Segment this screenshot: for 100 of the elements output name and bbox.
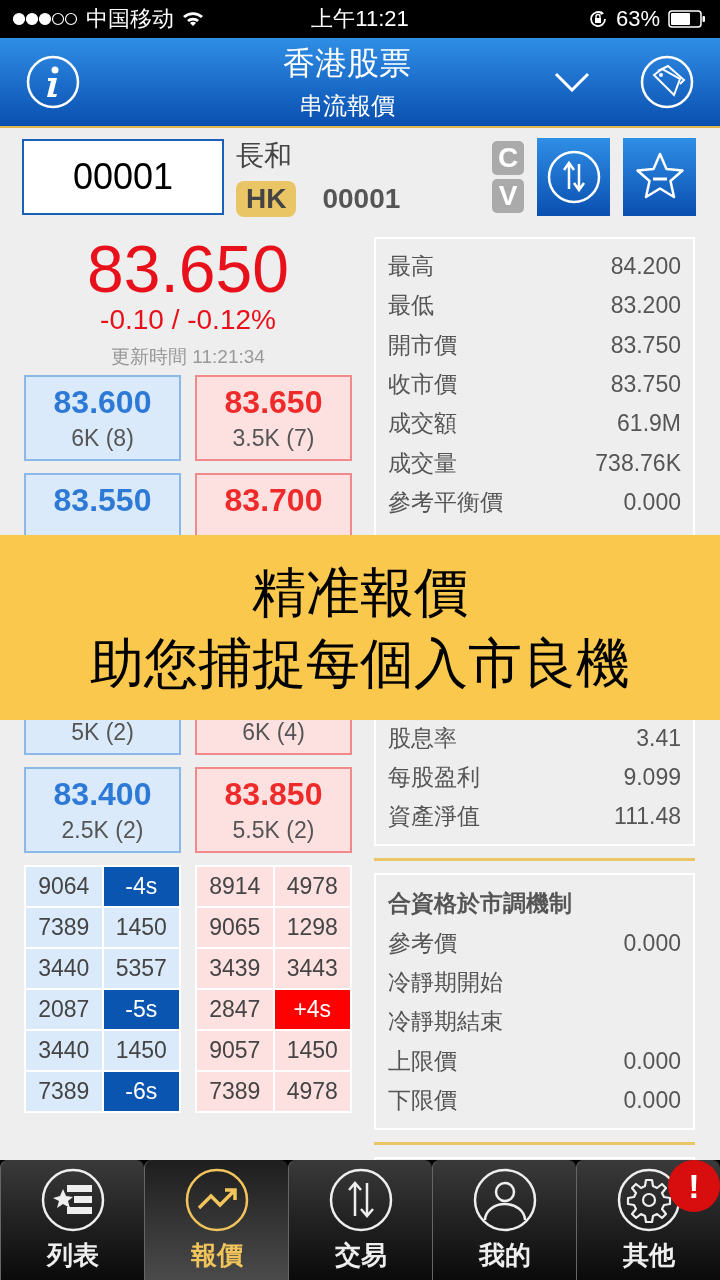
stat-label: 股息率 xyxy=(388,723,457,753)
tick-cell: +4s xyxy=(274,990,350,1029)
vcm-title: 合資格於市調機制 xyxy=(388,888,573,918)
stat-value: 9.099 xyxy=(623,764,681,791)
stock-code-input[interactable]: 00001 xyxy=(22,138,224,215)
tick-cell: 3443 xyxy=(274,949,350,988)
vcm-value: 0.000 xyxy=(623,1047,681,1075)
letter-badge: V xyxy=(492,178,524,213)
stat-value: 111.48 xyxy=(614,803,681,831)
nav-tab[interactable]: 交易 xyxy=(288,1160,432,1280)
stock-name: 長和 xyxy=(236,138,293,173)
stat-value: 83.200 xyxy=(610,292,681,320)
vcm-label: 冷靜期結束 xyxy=(388,1007,503,1037)
vcm-label: 下限價 xyxy=(388,1085,457,1115)
ask-price: 83.700 xyxy=(224,482,323,519)
signal-icon xyxy=(12,12,78,26)
wifi-icon xyxy=(182,11,204,27)
tags-button[interactable] xyxy=(640,55,694,109)
tick-cell: 9065 xyxy=(197,908,273,947)
bid-price: 83.600 xyxy=(53,384,152,421)
chevron-down-icon[interactable] xyxy=(554,72,590,92)
stat-value: 0.000 xyxy=(623,488,681,516)
bid-price: 83.400 xyxy=(53,776,152,813)
ask-price: 83.650 xyxy=(224,384,323,421)
tick-cell: 3439 xyxy=(197,949,273,988)
battery-percent: 63% xyxy=(615,6,660,32)
stat-value: 83.750 xyxy=(610,371,681,399)
bid-volume: 2.5K (2) xyxy=(61,817,144,844)
letter-badge: C xyxy=(492,140,524,175)
info-button[interactable] xyxy=(26,55,80,109)
status-time: 上午11:21 xyxy=(311,5,409,33)
vcm-value: 0.000 xyxy=(623,929,681,957)
banner-text: 助您捕捉每個入市良機 xyxy=(90,631,630,695)
nav-tab[interactable]: ! 其他 xyxy=(576,1160,720,1280)
person-icon xyxy=(472,1167,537,1232)
stat-label: 每股盈利 xyxy=(388,763,480,792)
tick-cell: 3440 xyxy=(26,949,102,988)
vcm-value: 0.000 xyxy=(623,1086,681,1114)
stat-label: 成交額 xyxy=(388,409,457,439)
transfer-icon xyxy=(545,148,602,205)
nav-tab[interactable]: 列表 xyxy=(0,1160,144,1280)
tick-cell: 9057 xyxy=(197,1031,273,1070)
ask-volume: 3.5K (7) xyxy=(232,425,315,452)
tick-cell: 8914 xyxy=(197,867,273,906)
stat-label: 最低 xyxy=(388,291,434,321)
stock-code: 00001 xyxy=(322,182,401,215)
price-change: -0.10 / -0.12% xyxy=(100,304,276,337)
stat-label: 開市價 xyxy=(388,330,457,360)
tick-cell: -5s xyxy=(103,990,179,1029)
tick-cell: 7389 xyxy=(26,1072,102,1111)
transfer-icon xyxy=(328,1167,393,1232)
battery-icon xyxy=(668,10,706,28)
tick-cell: -4s xyxy=(103,867,179,906)
stat-label: 參考平衡價 xyxy=(388,487,503,517)
nav-tab[interactable]: 我的 xyxy=(432,1160,576,1280)
ask-volume: 6K (4) xyxy=(242,719,305,746)
info-icon xyxy=(26,55,80,109)
bid-volume: 6K (8) xyxy=(71,425,134,452)
stat-label: 收市價 xyxy=(388,370,457,400)
tick-cell: 1450 xyxy=(103,908,179,947)
last-price: 83.650 xyxy=(87,235,289,305)
vcm-label: 參考價 xyxy=(388,928,457,958)
bid-price: 83.550 xyxy=(53,482,152,519)
market-tag: HK xyxy=(236,180,297,217)
stat-label: 最高 xyxy=(388,252,434,282)
vcm-label: 冷靜期開始 xyxy=(388,967,503,997)
rotation-lock-icon xyxy=(587,9,608,29)
ask-price: 83.850 xyxy=(224,776,323,813)
stat-label: 資產淨值 xyxy=(388,802,480,832)
carrier-name: 中国移动 xyxy=(86,5,174,33)
tick-cell: 4978 xyxy=(274,867,350,906)
ask-volume: 5.5K (2) xyxy=(232,817,315,844)
header-subtitle: 串流報價 xyxy=(299,91,395,121)
stat-value: 61.9M xyxy=(617,410,681,438)
stat-value: 3.41 xyxy=(636,724,681,752)
update-time: 更新時間 11:21:34 xyxy=(111,345,265,370)
stat-value: 738.76K xyxy=(595,449,681,477)
nav-tab[interactable]: 報價 xyxy=(144,1160,288,1280)
tick-cell: 1450 xyxy=(103,1031,179,1070)
tick-cell: 2847 xyxy=(197,990,273,1029)
alert-badge: ! xyxy=(668,1160,720,1212)
banner-text: 精准報價 xyxy=(252,561,468,625)
tick-cell: 3440 xyxy=(26,1031,102,1070)
trend-up-icon xyxy=(184,1167,249,1232)
bid-volume: 5K (2) xyxy=(71,719,134,746)
stat-label: 成交量 xyxy=(388,448,457,478)
tick-cell: -6s xyxy=(103,1072,179,1111)
tick-cell: 5357 xyxy=(103,949,179,988)
tick-cell: 2087 xyxy=(26,990,102,1029)
stat-value: 83.750 xyxy=(610,331,681,359)
tick-cell: 1450 xyxy=(274,1031,350,1070)
tick-cell: 1298 xyxy=(274,908,350,947)
vcm-label: 上限價 xyxy=(388,1046,457,1076)
settings-icon xyxy=(616,1167,681,1232)
tick-cell: 7389 xyxy=(197,1072,273,1111)
transfer-button[interactable] xyxy=(537,137,610,216)
tags-icon xyxy=(640,55,694,109)
header-title: 香港股票 xyxy=(283,44,411,83)
favorite-button[interactable] xyxy=(623,137,696,216)
tick-cell: 4978 xyxy=(274,1072,350,1111)
